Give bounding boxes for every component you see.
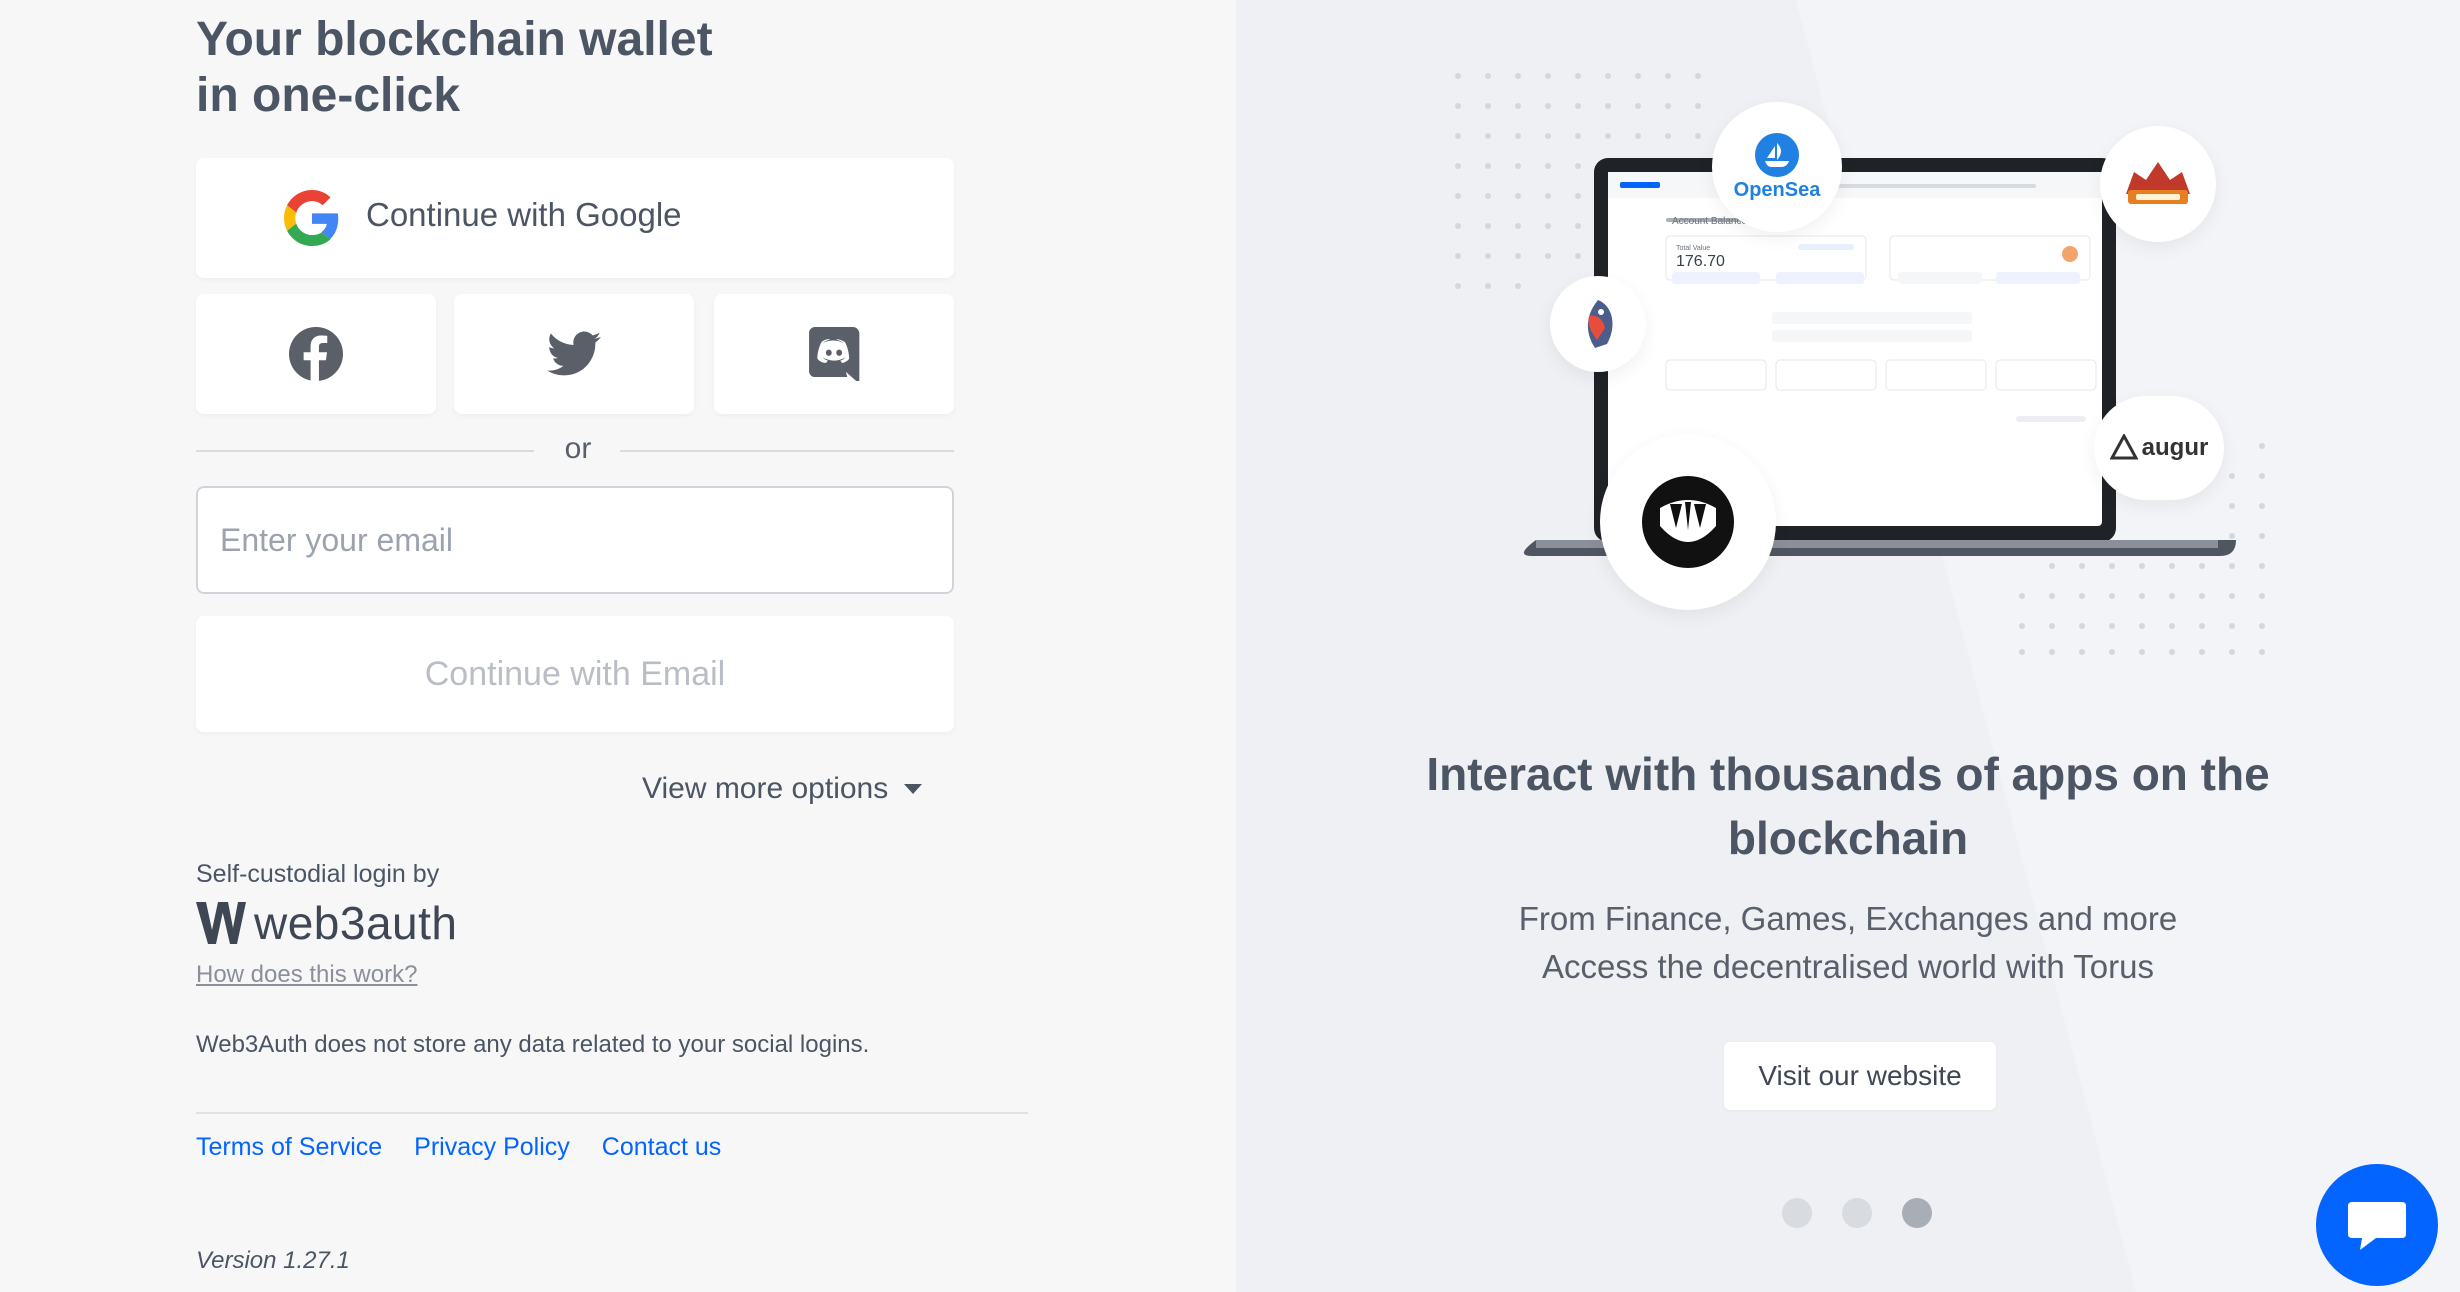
view-more-options-toggle[interactable]: View more options: [642, 772, 923, 806]
promo-subline-2: Access the decentralised world with Toru…: [1541, 948, 2154, 985]
privacy-notice: Web3Auth does not store any data related…: [196, 1031, 870, 1058]
facebook-icon: [289, 327, 343, 381]
kyber-badge: [1600, 434, 1776, 610]
promo-subline-1: From Finance, Games, Exchanges and more: [1518, 900, 2178, 937]
footer-links: Terms of Service Privacy Policy Contact …: [196, 1133, 721, 1162]
google-icon: [284, 190, 339, 246]
carousel-dot-3[interactable]: [1902, 1198, 1932, 1228]
screen-total-value: 176.70: [1676, 253, 1725, 270]
augur-icon: [2109, 434, 2138, 460]
continue-with-google-button[interactable]: Continue with Google: [196, 158, 954, 278]
web3auth-w-icon: [196, 902, 246, 944]
caret-down-icon: [904, 784, 923, 794]
promo-heading: Interact with thousands of apps on the b…: [1426, 748, 2270, 864]
or-text: or: [564, 432, 592, 465]
contact-us-link[interactable]: Contact us: [602, 1133, 722, 1162]
heroes-badge: [2100, 126, 2216, 242]
laptop-graphic: Account Balance Total Value 176.70: [1455, 73, 2265, 655]
carousel-indicators: [1782, 1198, 1932, 1228]
discord-login-button[interactable]: [714, 294, 954, 414]
bear-logo-icon: [1642, 476, 1734, 568]
continue-with-email-button[interactable]: Continue with Email: [196, 616, 954, 732]
dragon-icon: [1587, 300, 1613, 348]
screen-total-label: Total Value: [1676, 245, 1710, 252]
carousel-dot-2[interactable]: [1842, 1198, 1872, 1228]
twitter-icon: [547, 331, 601, 376]
chat-support-button[interactable]: [2316, 1164, 2438, 1286]
augur-label: augur: [2141, 434, 2209, 461]
dapp-badge-left: [1550, 276, 1646, 372]
discord-icon: [809, 327, 860, 381]
email-input[interactable]: [196, 486, 954, 594]
terms-of-service-link[interactable]: Terms of Service: [196, 1133, 382, 1162]
login-panel: Your blockchain wallet in one-click Cont…: [0, 0, 1236, 1292]
web3auth-brand-text: web3auth: [254, 897, 458, 949]
promo-panel: Account Balance Total Value 176.70 OpenS…: [1236, 0, 2460, 1292]
augur-badge: augur: [2094, 396, 2224, 500]
opensea-badge: OpenSea: [1712, 102, 1842, 232]
google-button-label: Continue with Google: [366, 196, 682, 233]
how-does-this-work-link[interactable]: How does this work?: [196, 961, 417, 989]
page-title: Your blockchain wallet in one-click: [196, 13, 713, 122]
twitter-login-button[interactable]: [454, 294, 694, 414]
opensea-icon: [1755, 132, 1799, 177]
version-text: Version 1.27.1: [196, 1247, 350, 1274]
visit-website-button[interactable]: Visit our website: [1724, 1042, 1996, 1110]
or-separator: or: [196, 430, 954, 470]
footer-divider: [196, 1112, 1028, 1114]
web3auth-logo: web3auth: [196, 896, 458, 950]
opensea-label: OpenSea: [1733, 178, 1821, 201]
view-more-options-label: View more options: [642, 772, 889, 805]
self-custodial-text: Self-custodial login by: [196, 860, 440, 888]
heroes-game-logo-icon: [2126, 162, 2190, 204]
facebook-login-button[interactable]: [196, 294, 436, 414]
chat-bubble-icon: [2348, 1202, 2406, 1250]
laptop-illustration: Account Balance Total Value 176.70 OpenS…: [1236, 0, 2460, 700]
separator-line-right: [620, 450, 954, 452]
carousel-dot-1[interactable]: [1782, 1198, 1812, 1228]
separator-line-left: [196, 450, 534, 452]
privacy-policy-link[interactable]: Privacy Policy: [414, 1133, 570, 1162]
